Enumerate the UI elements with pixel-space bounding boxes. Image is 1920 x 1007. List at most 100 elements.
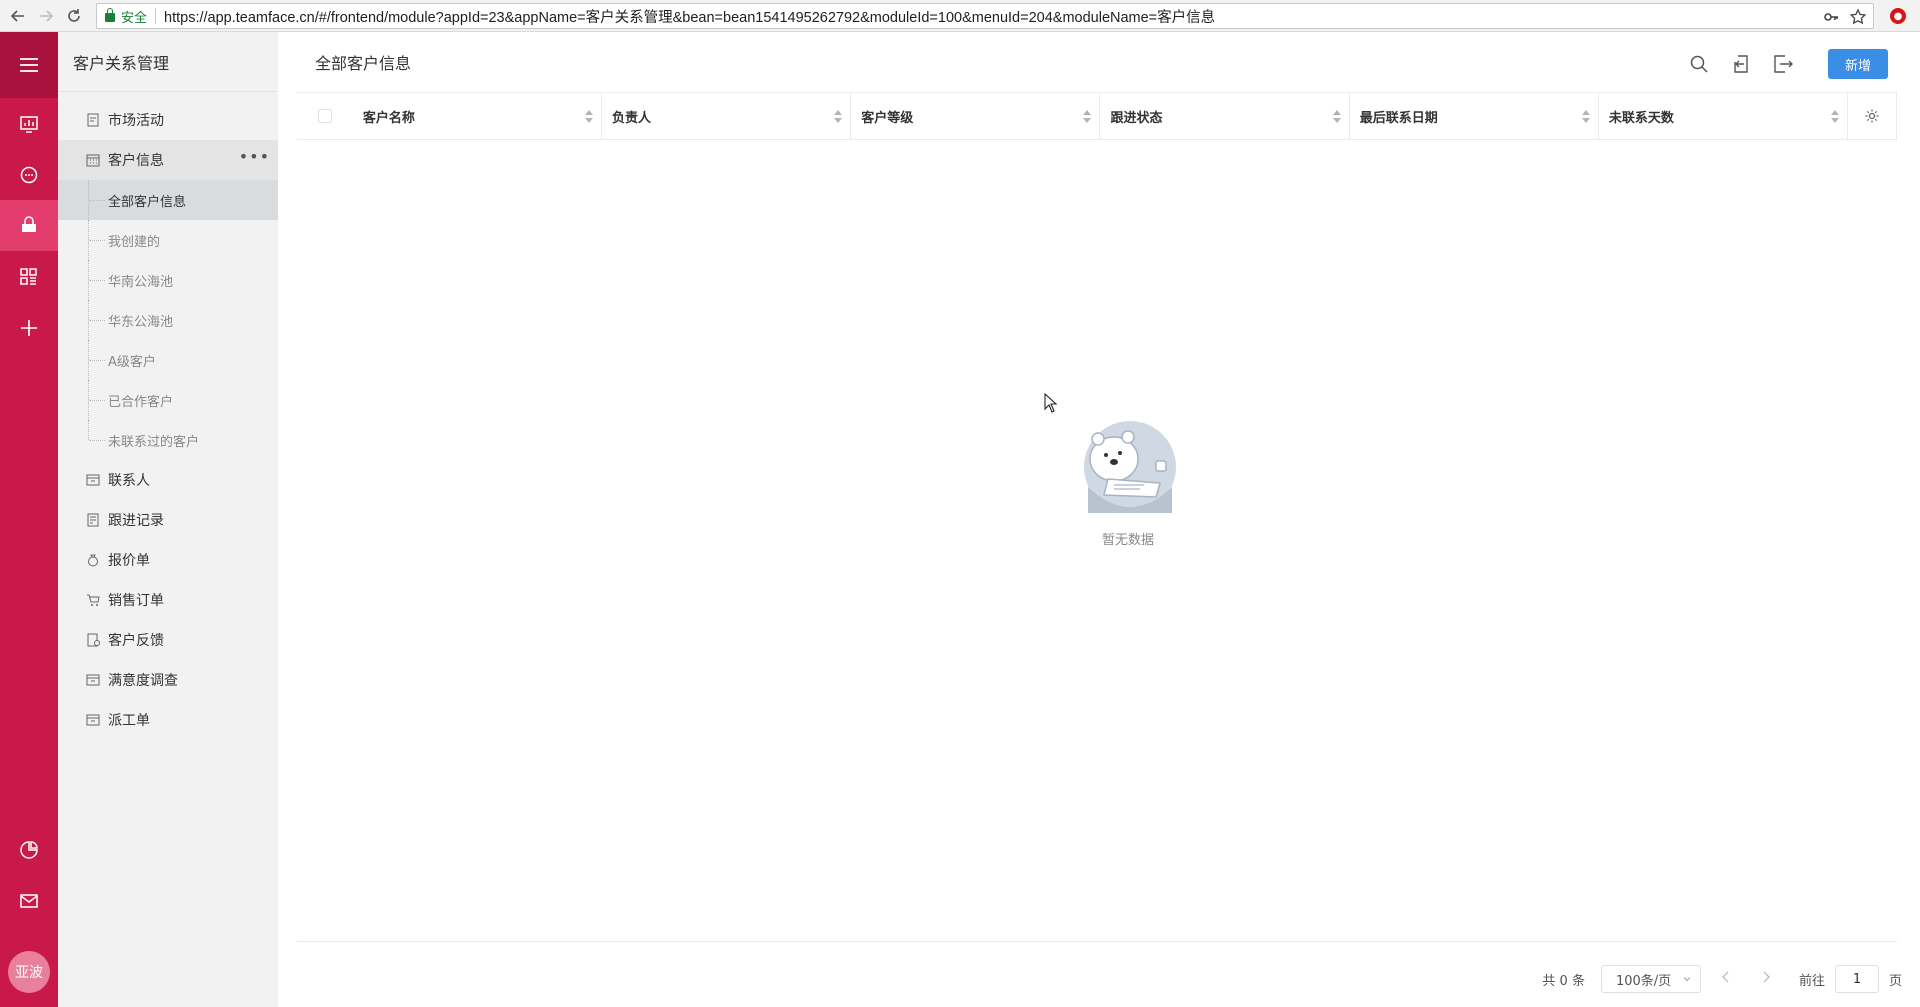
sidebar-item-label: 市场活动	[108, 113, 164, 129]
chevron-down-icon	[1683, 977, 1691, 982]
nav-dashboard[interactable]	[0, 98, 58, 149]
chart-board-icon	[20, 115, 38, 133]
page-size-select[interactable]: 100条/页	[1600, 965, 1701, 993]
select-all-checkbox[interactable]	[317, 109, 332, 123]
hamburger-icon	[20, 58, 38, 72]
forward-button[interactable]	[32, 2, 60, 30]
sidebar-item-work-order[interactable]: 派工单	[58, 700, 278, 740]
empty-state: 暂无数据	[1048, 417, 1208, 548]
nav-modules[interactable]	[0, 251, 58, 302]
column-header-owner[interactable]: 负责人	[602, 93, 852, 139]
column-label: 跟进状态	[1110, 110, 1163, 126]
secure-label: 安全	[121, 10, 148, 26]
mouse-cursor-icon	[1044, 393, 1058, 413]
sidebar-item-label: 跟进记录	[108, 513, 164, 529]
arrow-right-icon	[40, 9, 54, 22]
sidebar-item-sales-order[interactable]: 销售订单	[58, 580, 278, 620]
main-content: 全部客户信息 新增 客户名称 负责人 客户等级 跟进状态 最后联系日期 未联系天…	[278, 32, 1920, 1007]
sort-icon[interactable]	[1083, 110, 1092, 124]
nav-reports[interactable]	[0, 824, 58, 875]
sidebar-item-follow-up[interactable]: 跟进记录	[58, 500, 278, 540]
table-header: 客户名称 负责人 客户等级 跟进状态 最后联系日期 未联系天数	[297, 93, 1897, 140]
page-title: 全部客户信息	[315, 54, 412, 73]
sidebar-item-quotation[interactable]: 报价单	[58, 540, 278, 580]
page-header: 全部客户信息 新增	[278, 32, 1920, 92]
user-avatar[interactable]: 亚波	[8, 951, 50, 993]
menu-toggle[interactable]	[0, 32, 58, 98]
sidebar-item-label: 客户信息	[108, 153, 164, 169]
nav-apps[interactable]	[0, 200, 58, 251]
reload-icon	[68, 8, 80, 22]
nav-chat[interactable]	[0, 149, 58, 200]
search-button[interactable]	[1688, 53, 1710, 75]
export-button[interactable]	[1772, 53, 1794, 75]
add-new-button[interactable]: 新增	[1828, 49, 1888, 79]
document-icon	[86, 113, 100, 127]
sidebar-item-satisfaction[interactable]: 满意度调查	[58, 660, 278, 700]
column-header-customer-level[interactable]: 客户等级	[851, 93, 1101, 139]
url-text[interactable]: https://app.teamface.cn/#/frontend/modul…	[164, 6, 1215, 27]
column-header-last-contact-date[interactable]: 最后联系日期	[1350, 93, 1599, 139]
cart-icon	[86, 593, 100, 607]
next-page-button[interactable]	[1751, 971, 1781, 987]
sidebar-subitem-south-pool[interactable]: 华南公海池	[58, 260, 278, 300]
import-button[interactable]	[1730, 53, 1752, 75]
prev-page-button[interactable]	[1711, 971, 1741, 987]
star-icon[interactable]	[1849, 8, 1867, 26]
column-header-follow-status[interactable]: 跟进状态	[1100, 93, 1350, 139]
reload-button[interactable]	[60, 2, 88, 30]
column-label: 未联系天数	[1608, 110, 1674, 126]
sidebar-item-label: 报价单	[108, 553, 150, 569]
sidebar-item-contacts[interactable]: 联系人	[58, 460, 278, 500]
sort-icon[interactable]	[585, 110, 594, 124]
page-suffix: 页	[1888, 973, 1902, 989]
column-header-days-uncontacted[interactable]: 未联系天数	[1599, 93, 1849, 139]
calendar-icon	[86, 153, 100, 167]
sidebar-subitem-created-by-me[interactable]: 我创建的	[58, 220, 278, 260]
extension-icon[interactable]: ●	[1890, 8, 1906, 24]
briefcase-icon	[22, 215, 36, 232]
sort-icon[interactable]	[1831, 110, 1840, 124]
column-settings-button[interactable]	[1848, 93, 1896, 139]
import-icon	[1734, 55, 1748, 73]
nav-add[interactable]	[0, 302, 58, 353]
sidebar-item-customer-info[interactable]: 客户信息 •••	[58, 140, 278, 180]
lock-icon	[105, 8, 115, 22]
pagination: 共 0 条 100条/页 前往 1 页	[1542, 965, 1902, 993]
column-label: 负责人	[612, 110, 652, 126]
plus-icon	[21, 319, 37, 336]
sidebar-subitem-east-pool[interactable]: 华东公海池	[58, 300, 278, 340]
browser-toolbar: 安全 https://app.teamface.cn/#/frontend/mo…	[0, 0, 1920, 32]
sidebar-subitem-all-customers[interactable]: 全部客户信息	[58, 180, 278, 220]
sidebar-item-label: 联系人	[108, 473, 150, 489]
sidebar-subitem-cooperated[interactable]: 已合作客户	[58, 380, 278, 420]
empty-bear-icon	[1084, 421, 1176, 513]
sort-icon[interactable]	[1581, 110, 1590, 124]
more-icon[interactable]: •••	[239, 149, 270, 165]
key-icon[interactable]	[1823, 9, 1839, 25]
column-label: 客户等级	[861, 110, 914, 126]
sidebar-item-feedback[interactable]: 客户反馈	[58, 620, 278, 660]
card-icon	[86, 673, 100, 687]
page-jump-input[interactable]: 1	[1834, 965, 1879, 993]
toolbar: 新增	[1688, 49, 1888, 79]
feedback-icon	[86, 633, 100, 647]
select-all-cell	[297, 93, 353, 139]
sidebar-item-market-activity[interactable]: 市场活动	[58, 100, 278, 140]
module-list: 市场活动 客户信息 ••• 全部客户信息 我创建的 华南公海池 华东公海池 A级…	[58, 92, 278, 740]
chat-icon	[20, 166, 38, 183]
back-button[interactable]	[4, 2, 32, 30]
sort-icon[interactable]	[1332, 110, 1341, 124]
column-label: 最后联系日期	[1359, 110, 1438, 126]
mail-icon	[20, 893, 38, 908]
sidebar-subitem-a-level[interactable]: A级客户	[58, 340, 278, 380]
search-icon	[1690, 55, 1708, 73]
module-sidebar: 客户关系管理 市场活动 客户信息 ••• 全部客户信息 我创建的 华南公海池 华…	[58, 32, 278, 1007]
address-bar[interactable]: 安全 https://app.teamface.cn/#/frontend/mo…	[96, 3, 1874, 29]
page-size-value: 100条/页	[1615, 973, 1672, 989]
nav-mail[interactable]	[0, 875, 58, 926]
sidebar-subitem-never-contacted[interactable]: 未联系过的客户	[58, 420, 278, 460]
sort-icon[interactable]	[834, 110, 843, 124]
column-header-customer-name[interactable]: 客户名称	[353, 93, 603, 139]
card-icon	[86, 473, 100, 487]
